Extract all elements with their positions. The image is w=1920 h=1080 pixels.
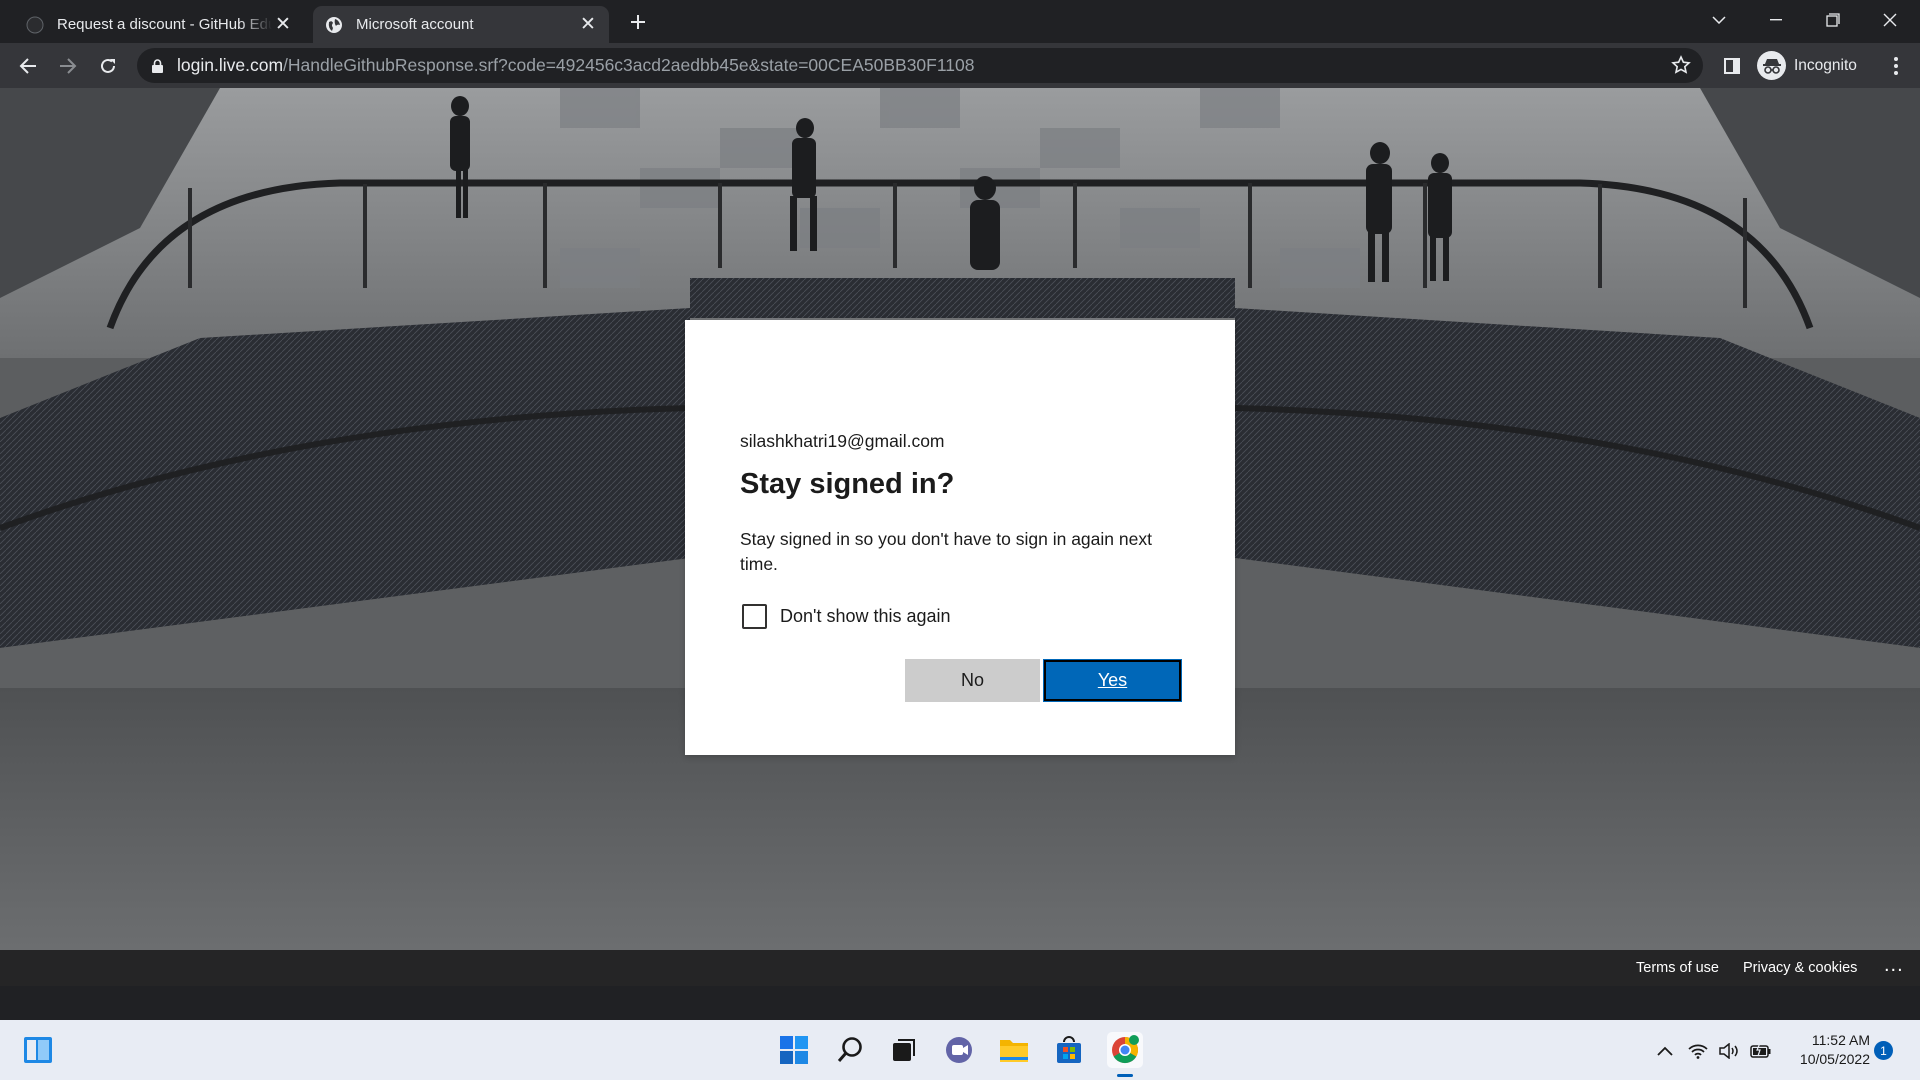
lock-icon[interactable]	[152, 58, 163, 73]
page-footer: Terms of use Privacy & cookies ...	[0, 950, 1920, 986]
side-panel-button[interactable]	[1716, 50, 1748, 82]
privacy-cookies-link[interactable]: Privacy & cookies	[1743, 960, 1857, 976]
new-tab-button[interactable]	[624, 8, 652, 36]
dialog-title: Stay signed in?	[740, 468, 955, 500]
file-explorer-icon[interactable]	[996, 1032, 1032, 1068]
bookmark-star-icon[interactable]	[1671, 55, 1691, 80]
minimize-button[interactable]	[1748, 0, 1804, 40]
wifi-icon[interactable]	[1687, 1040, 1709, 1062]
widgets-icon[interactable]	[20, 1032, 56, 1068]
reload-button[interactable]	[92, 50, 124, 82]
active-app-indicator	[1117, 1074, 1133, 1077]
dont-show-again-label[interactable]: Don't show this again	[780, 606, 951, 627]
dialog-description: Stay signed in so you don't have to sign…	[740, 529, 1152, 574]
back-button[interactable]	[12, 50, 44, 82]
url-text: login.live.com/HandleGithubResponse.srf?…	[177, 55, 974, 76]
chrome-icon[interactable]	[1107, 1032, 1143, 1068]
more-menu-button[interactable]	[1882, 50, 1910, 82]
profile-label: Incognito	[1794, 56, 1857, 74]
tab-title: Microsoft account	[356, 16, 474, 33]
close-tab-icon[interactable]: ✕	[272, 14, 294, 36]
github-icon	[26, 16, 44, 34]
terms-of-use-link[interactable]: Terms of use	[1636, 960, 1719, 976]
system-clock[interactable]: 11:52 AM 10/05/2022	[1782, 1031, 1870, 1069]
tab-search-button[interactable]	[1691, 0, 1747, 40]
browser-toolbar: login.live.com/HandleGithubResponse.srf?…	[0, 43, 1920, 88]
stay-signed-in-dialog: silashkhatri19@gmail.com Stay signed in?…	[685, 320, 1235, 755]
volume-icon[interactable]	[1718, 1040, 1740, 1062]
incognito-icon	[1757, 51, 1786, 80]
restore-button[interactable]	[1805, 0, 1861, 40]
clock-date: 10/05/2022	[1799, 1051, 1870, 1067]
notification-badge[interactable]: 1	[1874, 1041, 1893, 1060]
microsoft-store-icon[interactable]	[1051, 1032, 1087, 1068]
chevron-up-icon[interactable]	[1654, 1040, 1676, 1062]
start-icon[interactable]	[776, 1032, 812, 1068]
windows-taskbar: 11:52 AM 10/05/2022 1	[0, 1020, 1920, 1080]
task-view-icon[interactable]	[886, 1032, 922, 1068]
clock-time: 11:52 AM	[1811, 1032, 1870, 1048]
account-identity: silashkhatri19@gmail.com	[740, 431, 945, 451]
yes-button[interactable]: Yes	[1043, 659, 1182, 702]
tab-title: Request a discount - GitHub Education	[57, 16, 272, 33]
tab-strip: Request a discount - GitHub Education ✕ …	[0, 0, 1920, 43]
dont-show-again-row[interactable]: Don't show this again	[742, 604, 951, 629]
more-options-button[interactable]: ...	[1884, 954, 1904, 977]
profile-incognito-button[interactable]: Incognito	[1755, 49, 1867, 82]
forward-button[interactable]	[52, 50, 84, 82]
no-button[interactable]: No	[905, 659, 1040, 702]
page-content: silashkhatri19@gmail.com Stay signed in?…	[0, 88, 1920, 986]
teams-chat-icon[interactable]	[941, 1032, 977, 1068]
tab-github-education[interactable]: Request a discount - GitHub Education ✕	[14, 6, 304, 43]
address-bar[interactable]: login.live.com/HandleGithubResponse.srf?…	[137, 48, 1703, 83]
search-icon[interactable]	[832, 1032, 868, 1068]
close-tab-icon[interactable]: ✕	[577, 14, 599, 36]
dont-show-again-checkbox[interactable]	[742, 604, 767, 629]
battery-charging-icon[interactable]	[1750, 1040, 1772, 1062]
tab-microsoft-account[interactable]: Microsoft account ✕	[313, 6, 609, 43]
close-window-button[interactable]	[1862, 0, 1918, 40]
globe-icon	[325, 16, 343, 34]
url-path: /HandleGithubResponse.srf?code=492456c3a…	[283, 55, 975, 75]
url-host: login.live.com	[177, 55, 284, 75]
